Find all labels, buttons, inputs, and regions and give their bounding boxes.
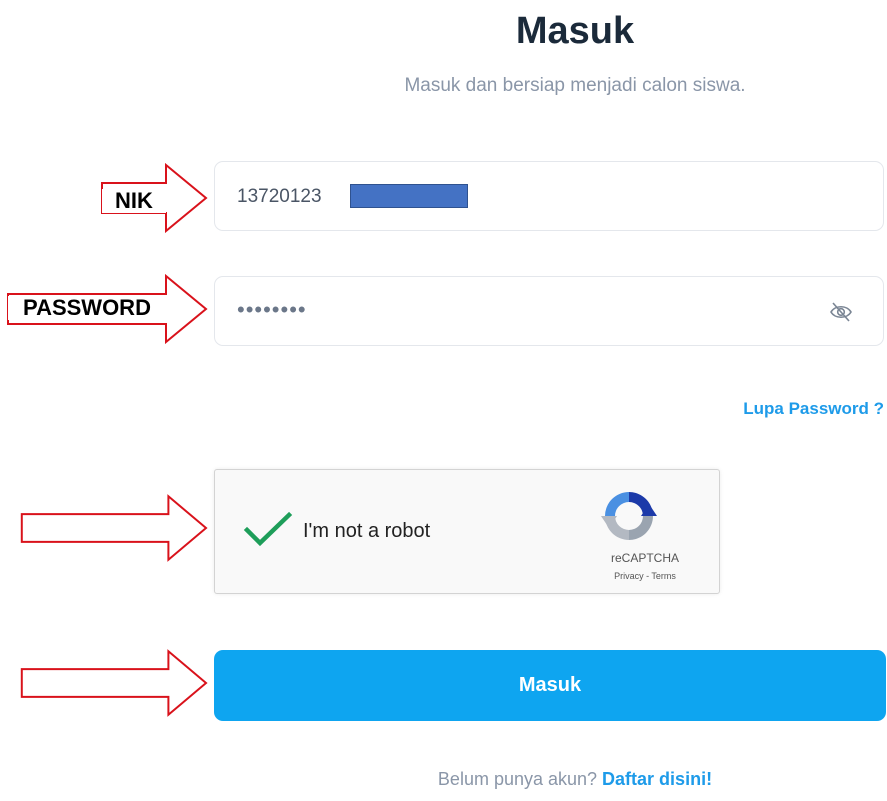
recaptcha-label: I'm not a robot (303, 520, 431, 542)
recaptcha-brand: reCAPTCHA (610, 551, 679, 565)
password-field[interactable]: •••••••• (214, 276, 884, 346)
checkmark-icon[interactable] (243, 510, 293, 550)
nik-field[interactable]: 13720123 (214, 161, 884, 231)
nik-value: 13720123 (237, 186, 322, 207)
page-subtitle: Masuk dan bersiap menjadi calon siswa. (404, 75, 746, 96)
submit-button[interactable]: Masuk (214, 650, 886, 721)
password-value: •••••••• (237, 297, 307, 322)
eye-slash-icon[interactable] (829, 301, 853, 323)
annotation-arrow-recaptcha (20, 494, 208, 562)
annotation-label-password: PASSWORD (8, 296, 166, 320)
recaptcha-privacy-terms[interactable]: Privacy - Terms (585, 570, 705, 582)
annotation-arrow-submit (20, 649, 208, 717)
register-prompt: Belum punya akun? (437, 769, 598, 789)
recaptcha-logo-icon (599, 486, 659, 546)
register-line: Belum punya akun? Daftar disini! (300, 766, 850, 792)
recaptcha-widget[interactable]: I'm not a robot reCAPTCHA Privacy - Term… (214, 469, 720, 594)
page-title: Masuk (515, 10, 635, 52)
annotation-label-nik: NIK (102, 189, 166, 213)
forgot-password-link[interactable]: Lupa Password ? (670, 397, 884, 421)
redaction-box (350, 184, 468, 208)
register-link[interactable]: Daftar disini! (602, 769, 712, 789)
